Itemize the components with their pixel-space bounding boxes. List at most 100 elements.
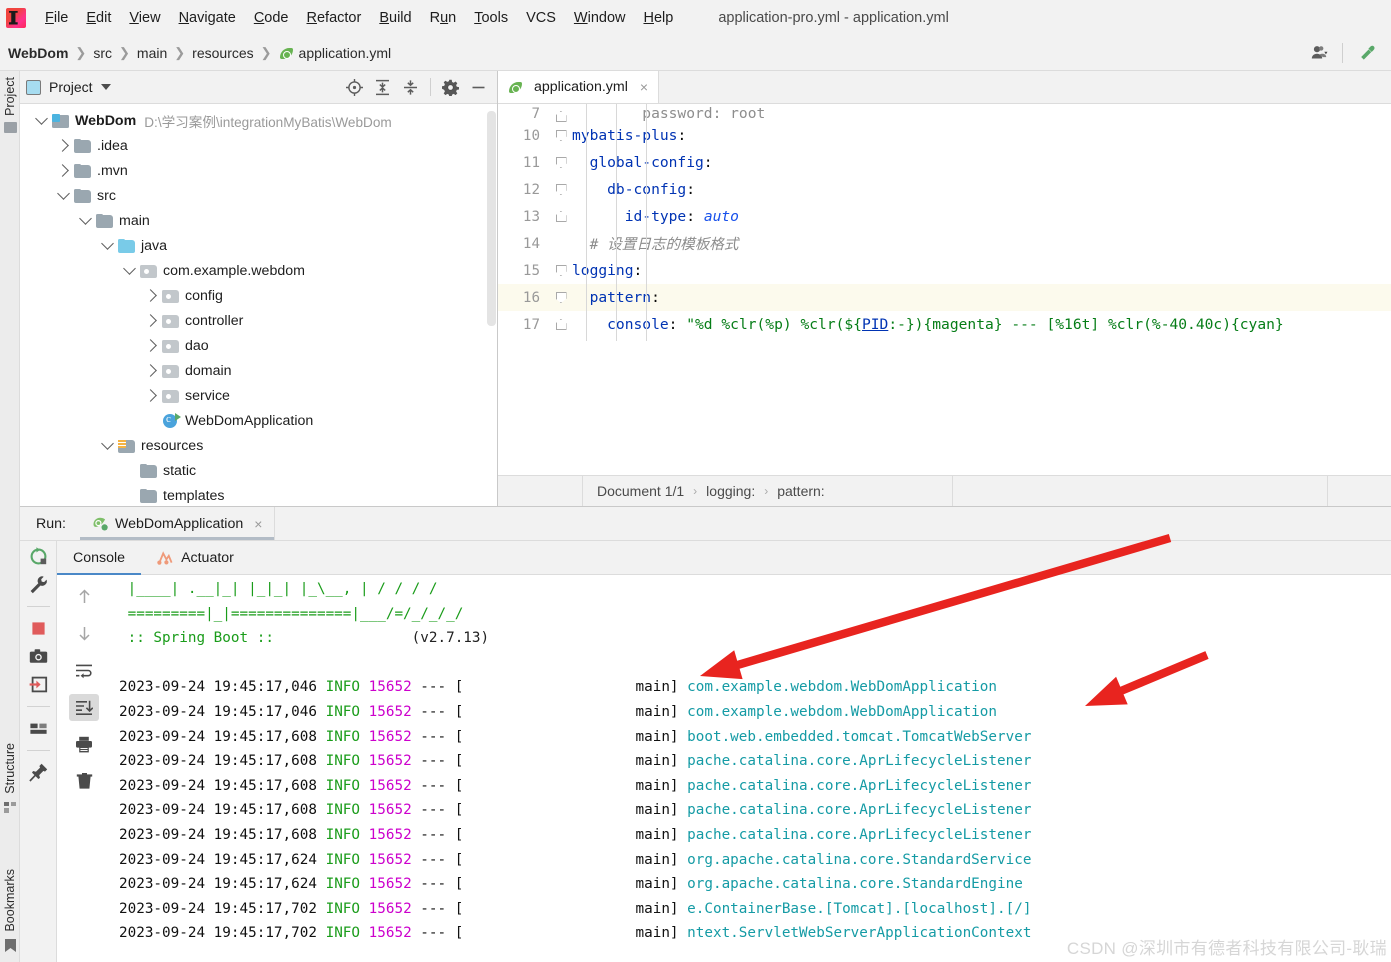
soft-wrap-icon[interactable]	[69, 657, 99, 684]
menu-item-navigate[interactable]: Navigate	[170, 7, 245, 29]
fold-gutter[interactable]	[550, 211, 572, 222]
gear-settings-icon[interactable]	[442, 79, 459, 96]
tree-node-main[interactable]: main	[20, 208, 497, 233]
layout-icon[interactable]	[29, 719, 48, 738]
breadcrumb-logging[interactable]: logging:	[706, 483, 755, 499]
tree-node-domain[interactable]: domain	[20, 358, 497, 383]
tree-node-config[interactable]: config	[20, 283, 497, 308]
tree-node-service[interactable]: service	[20, 383, 497, 408]
code-line-14[interactable]: 14 # 设置日志的模板格式	[498, 225, 1391, 262]
close-icon[interactable]: ×	[254, 516, 262, 532]
code-line-10[interactable]: 10 mybatis-plus:	[498, 119, 1391, 152]
breadcrumb-item-main[interactable]: main	[137, 45, 167, 61]
tree-node--idea[interactable]: .idea	[20, 133, 497, 158]
tree-node-templates[interactable]: templates	[20, 483, 497, 506]
code-line-13[interactable]: 13 id-type: auto	[498, 200, 1391, 233]
console-tab-console[interactable]: Console	[57, 541, 142, 575]
code-line-11[interactable]: 11 global-config:	[498, 146, 1391, 179]
hammer-build-icon[interactable]	[1349, 43, 1385, 63]
chevron-down-icon[interactable]	[30, 112, 52, 127]
user-account-icon[interactable]	[1303, 45, 1336, 60]
breadcrumb-item-src[interactable]: src	[93, 45, 112, 61]
code-line-7[interactable]: 7 password: root	[498, 104, 1391, 122]
breadcrumb-item-webdom[interactable]: WebDom	[8, 45, 68, 61]
fold-collapse-icon[interactable]	[555, 130, 567, 141]
stop-icon[interactable]	[29, 619, 48, 638]
chevron-down-icon[interactable]	[96, 437, 118, 452]
menu-item-edit[interactable]: Edit	[77, 7, 120, 29]
chevron-down-icon[interactable]	[52, 187, 74, 202]
chevron-right-icon[interactable]	[140, 289, 162, 302]
scroll-to-end-icon[interactable]	[69, 694, 99, 721]
menu-item-tools[interactable]: Tools	[465, 7, 517, 29]
locate-target-icon[interactable]	[346, 78, 363, 96]
chevron-right-icon[interactable]	[52, 164, 74, 177]
fold-collapse-icon[interactable]	[555, 265, 567, 276]
fold-gutter[interactable]	[550, 184, 572, 195]
fold-collapse-icon[interactable]	[555, 292, 567, 303]
fold-end-icon[interactable]	[555, 211, 567, 222]
chevron-right-icon[interactable]	[140, 314, 162, 327]
scroll-down-icon[interactable]	[69, 620, 99, 647]
code-line-17[interactable]: 17 console: "%d %clr(%p) %clr(${PID:-}){…	[498, 308, 1391, 341]
menu-item-window[interactable]: Window	[565, 7, 635, 29]
tree-node-src[interactable]: src	[20, 183, 497, 208]
chevron-right-icon[interactable]	[140, 339, 162, 352]
breadcrumb-item-resources[interactable]: resources	[192, 45, 253, 61]
menu-item-run[interactable]: Run	[421, 7, 466, 29]
code-line-12[interactable]: 12 db-config:	[498, 173, 1391, 206]
fold-end-icon[interactable]	[555, 319, 567, 330]
menu-item-code[interactable]: Code	[245, 7, 298, 29]
fold-collapse-icon[interactable]	[555, 157, 567, 168]
chevron-down-icon[interactable]	[100, 84, 111, 90]
chevron-right-icon[interactable]	[52, 139, 74, 152]
tree-node-controller[interactable]: controller	[20, 308, 497, 333]
tree-node-java[interactable]: java	[20, 233, 497, 258]
project-tree[interactable]: WebDom D:\学习案例\integrationMyBatis\WebDom.…	[20, 104, 497, 506]
hide-minimize-icon[interactable]	[470, 79, 487, 96]
strip-button-bookmarks[interactable]: Bookmarks	[3, 869, 17, 952]
run-config-tab-webdomapplication[interactable]: WebDomApplication ×	[79, 507, 275, 540]
menu-item-help[interactable]: Help	[634, 7, 682, 29]
breadcrumb-pattern[interactable]: pattern:	[777, 483, 824, 499]
thread-dump-icon[interactable]	[29, 675, 48, 694]
console-tab-actuator[interactable]: Actuator	[141, 541, 250, 574]
fold-gutter[interactable]	[550, 130, 572, 141]
breadcrumb-document[interactable]: Document 1/1	[597, 483, 684, 499]
tree-node-webdom[interactable]: WebDom D:\学习案例\integrationMyBatis\WebDom	[20, 108, 497, 133]
tree-node--mvn[interactable]: .mvn	[20, 158, 497, 183]
scroll-up-icon[interactable]	[69, 583, 99, 610]
print-icon[interactable]	[69, 731, 99, 758]
fold-gutter[interactable]	[550, 157, 572, 168]
tree-node-resources[interactable]: resources	[20, 433, 497, 458]
chevron-down-icon[interactable]	[118, 262, 140, 277]
tree-node-com-example-webdom[interactable]: com.example.webdom	[20, 258, 497, 283]
strip-button-structure[interactable]: Structure	[3, 743, 17, 813]
rerun-icon[interactable]	[29, 547, 48, 566]
clear-all-icon[interactable]	[69, 768, 99, 795]
camera-snapshot-icon[interactable]	[29, 647, 48, 666]
code-line-16[interactable]: 16 pattern:	[498, 281, 1391, 314]
menu-item-refactor[interactable]: Refactor	[298, 7, 371, 29]
editor-tab-application-yml[interactable]: application.yml ×	[498, 71, 660, 103]
editor-breadcrumb[interactable]: Document 1/1 › logging: › pattern:	[583, 475, 953, 507]
chevron-down-icon[interactable]	[74, 212, 96, 227]
fold-end-icon[interactable]	[555, 111, 567, 122]
breadcrumb-item-application-yml[interactable]: application.yml	[279, 45, 391, 61]
code-editor[interactable]: 7 password: root 10 mybatis-plus: 11 global…	[498, 104, 1391, 474]
tree-node-dao[interactable]: dao	[20, 333, 497, 358]
menu-item-file[interactable]: File	[36, 7, 77, 29]
close-icon[interactable]: ×	[640, 79, 648, 95]
menu-item-vcs[interactable]: VCS	[517, 7, 565, 29]
collapse-all-icon[interactable]	[402, 79, 419, 96]
tree-node-webdomapplication[interactable]: WebDomApplication	[20, 408, 497, 433]
expand-all-icon[interactable]	[374, 79, 391, 96]
console-output[interactable]: |____| .__|_| |_|_| |_\__, | / / / / ===…	[111, 575, 1391, 962]
fold-gutter[interactable]	[550, 292, 572, 303]
chevron-down-icon[interactable]	[96, 237, 118, 252]
project-tree-scrollbar[interactable]	[487, 111, 496, 326]
wrench-settings-icon[interactable]	[29, 575, 48, 594]
tree-node-static[interactable]: static	[20, 458, 497, 483]
chevron-right-icon[interactable]	[140, 389, 162, 402]
strip-button-project[interactable]: Project	[3, 77, 17, 133]
